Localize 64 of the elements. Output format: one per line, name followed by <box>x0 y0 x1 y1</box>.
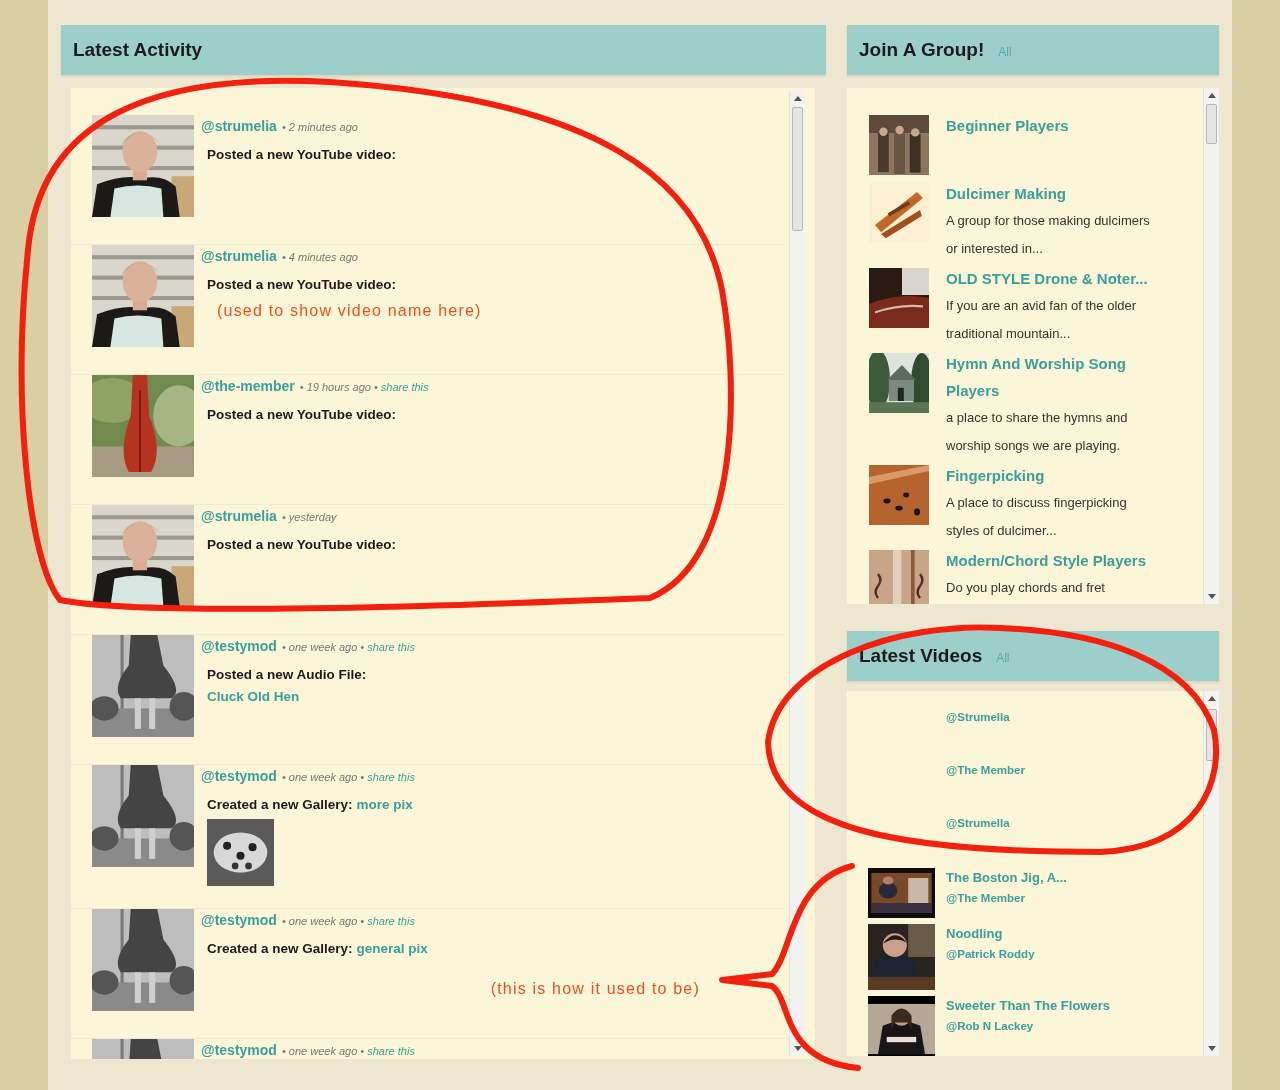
username-link[interactable]: @testymod <box>201 1040 277 1059</box>
activity-text: Posted a new YouTube video: <box>207 406 397 424</box>
activity-text: Posted a new YouTube video: <box>207 536 397 554</box>
timestamp: • one week ago • <box>281 914 365 929</box>
username-link[interactable]: @strumelia <box>201 246 277 267</box>
section-title: Latest Videos <box>859 643 983 668</box>
activity-text: Created a new Gallery: <box>207 940 353 958</box>
video-title-link[interactable]: The Boston Jig, A... <box>946 868 1067 888</box>
share-link[interactable]: share this <box>380 379 429 396</box>
group-link[interactable]: Modern/Chord Style Players <box>946 547 1158 574</box>
activity-text: Posted a new Audio File: <box>207 666 368 684</box>
group-link[interactable]: OLD STYLE Drone & Noter... <box>946 265 1158 292</box>
group-description: Do you play chords and fret <box>946 579 1106 597</box>
author-link[interactable]: @The Member <box>946 762 1025 780</box>
group-description: a place to share the hymns and worship songs we are playing. <box>946 409 1129 455</box>
timestamp: • one week ago • <box>281 1044 365 1059</box>
author-link[interactable]: @Rob N Lackey <box>946 1017 1110 1035</box>
scrollbar[interactable] <box>1203 88 1219 604</box>
timestamp: • 19 hours ago • <box>299 380 378 395</box>
share-link[interactable]: share this <box>367 769 415 786</box>
activity-text: Created a new Gallery: <box>207 796 353 814</box>
activity-text: Posted a new YouTube video: <box>207 146 397 164</box>
activity-text: Posted a new YouTube video: <box>207 276 397 294</box>
section-title: Join A Group! <box>859 37 985 62</box>
share-link[interactable]: share this <box>367 913 415 930</box>
author-link[interactable]: @Strumella <box>946 815 1010 833</box>
username-link[interactable]: @strumelia <box>201 116 277 137</box>
author-link[interactable]: @The Member <box>946 889 1067 907</box>
share-link[interactable]: share this <box>367 639 415 656</box>
username-link[interactable]: @testymod <box>201 910 277 931</box>
group-link[interactable]: Beginner Players <box>946 112 1158 139</box>
group-description: A group for those making dulcimers or interested in... <box>946 212 1151 258</box>
username-link[interactable]: @testymod <box>201 636 277 657</box>
group-description: A place to discuss fingerpicking styles of dulcimer... <box>946 494 1128 540</box>
annotation-text: (used to show video name here) <box>217 301 483 322</box>
scrollbar[interactable] <box>1203 691 1219 1056</box>
timestamp: • 4 minutes ago <box>281 250 358 265</box>
group-link[interactable]: Hymn And Worship Song Players <box>946 350 1158 404</box>
group-link[interactable]: Dulcimer Making <box>946 180 1158 207</box>
timestamp: • yesterday <box>281 510 337 525</box>
share-link[interactable]: share this <box>367 1043 415 1059</box>
timestamp: • one week ago • <box>281 640 365 655</box>
scroll-thumb[interactable] <box>1206 104 1217 144</box>
scroll-thumb[interactable] <box>1206 709 1217 761</box>
username-link[interactable]: @strumelia <box>201 506 277 527</box>
username-link[interactable]: @testymod <box>201 766 277 787</box>
all-link[interactable]: All <box>996 649 1010 667</box>
scrollbar[interactable] <box>789 91 805 1056</box>
video-title-link[interactable]: Sweeter Than The Flowers <box>946 996 1110 1016</box>
author-link[interactable]: @Strumella <box>946 709 1010 727</box>
timestamp: • 2 minutes ago <box>281 120 358 135</box>
annotation-text: (this is how it used to be) <box>490 979 700 1000</box>
author-link[interactable]: @Patrick Roddy <box>946 945 1035 963</box>
group-description: If you are an avid fan of the older traditional mountain... <box>946 297 1138 343</box>
username-link[interactable]: @the-member <box>201 376 295 397</box>
item-link[interactable]: more pix <box>356 795 413 816</box>
video-title-link[interactable]: Noodling <box>946 924 1035 944</box>
group-link[interactable]: Fingerpicking <box>946 462 1158 489</box>
item-link[interactable]: general pix <box>356 939 428 960</box>
timestamp: • one week ago • <box>281 770 365 785</box>
scroll-thumb[interactable] <box>792 107 803 231</box>
all-link[interactable]: All <box>998 43 1012 61</box>
item-link[interactable]: Cluck Old Hen <box>207 687 785 708</box>
section-title: Latest Activity <box>73 37 203 62</box>
